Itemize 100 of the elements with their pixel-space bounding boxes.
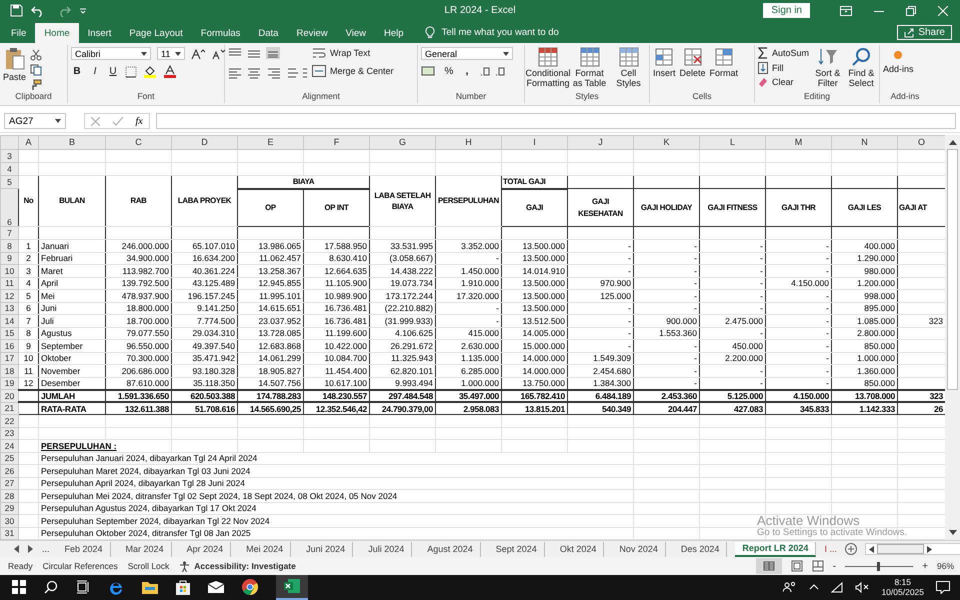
row-number[interactable]: 29 (0, 502, 18, 515)
sheet-tab[interactable]: Report LR 2024 (735, 542, 816, 557)
cut-icon[interactable] (30, 49, 42, 62)
number-format-field[interactable]: General (421, 47, 513, 60)
row-number[interactable]: 18 (0, 364, 18, 378)
zoom-level[interactable]: 96% (936, 561, 954, 572)
cells-button[interactable]: Delete (680, 47, 706, 80)
column-header[interactable]: N (832, 136, 898, 150)
autosum-button[interactable]: AutoSum (758, 47, 810, 60)
row-number[interactable]: 4 (0, 162, 18, 176)
add-sheet-icon[interactable] (844, 543, 857, 556)
styles-button[interactable]: Format as Table (572, 47, 607, 90)
column-header[interactable]: B (38, 136, 106, 150)
shrink-font-icon[interactable] (211, 48, 225, 60)
scroll-thumb[interactable] (947, 149, 958, 390)
row-number[interactable]: 6 (0, 188, 18, 227)
row-number[interactable]: 12 (0, 290, 18, 302)
row-number[interactable]: 23 (0, 427, 18, 440)
task-view-icon[interactable] (76, 580, 90, 594)
ribbon-tab[interactable]: Help (375, 23, 413, 44)
share-button[interactable]: Share (897, 25, 952, 40)
ribbon-tab[interactable]: Insert (78, 23, 120, 44)
scroll-left-icon[interactable] (868, 546, 874, 553)
borders-icon[interactable] (125, 66, 137, 78)
horizontal-scrollbar[interactable] (864, 543, 960, 556)
zoom-in-button[interactable]: + (922, 560, 928, 572)
windows-start-icon[interactable] (12, 580, 26, 594)
row-number[interactable]: 22 (0, 414, 18, 428)
ribbon-tab[interactable]: Data (249, 23, 288, 44)
store-bag-icon[interactable] (176, 579, 190, 596)
scroll-up-icon[interactable] (948, 139, 956, 146)
page-layout-view-icon[interactable] (790, 560, 803, 572)
bold-button[interactable]: B (71, 66, 83, 78)
ribbon-tab[interactable]: Home (35, 23, 79, 44)
zoom-out-button[interactable]: - (832, 560, 836, 572)
column-header[interactable]: C (106, 136, 172, 150)
row-number[interactable]: 7 (0, 226, 18, 240)
scroll-thumb[interactable] (876, 544, 924, 554)
row-number[interactable]: 8 (0, 240, 18, 252)
zoom-slider-thumb[interactable] (876, 562, 880, 571)
sign-in-button[interactable]: Sign in (763, 3, 810, 18)
normal-view-icon[interactable] (756, 558, 782, 574)
scroll-down-icon[interactable] (948, 530, 956, 536)
row-number[interactable]: 31 (0, 527, 18, 540)
column-header[interactable]: A (18, 136, 38, 150)
chevron-up-icon[interactable] (809, 584, 820, 590)
font-name-field[interactable]: Calibri (71, 47, 151, 60)
scroll-right-icon[interactable] (926, 546, 932, 553)
row-number[interactable]: 15 (0, 327, 18, 340)
clear-button[interactable]: Clear (758, 77, 810, 88)
ribbon-display-icon[interactable] (840, 6, 852, 16)
formula-field[interactable] (156, 113, 956, 130)
merge-center-button[interactable]: Merge & Center (312, 65, 394, 78)
column-header[interactable]: G (370, 136, 436, 150)
name-box[interactable]: AG27 (4, 113, 66, 130)
column-header[interactable]: M (766, 136, 832, 150)
ribbon-tab[interactable]: File (2, 23, 36, 44)
column-header[interactable]: J (568, 136, 634, 150)
folder-icon[interactable] (142, 580, 158, 594)
mail-icon[interactable] (208, 581, 224, 594)
row-number[interactable]: 30 (0, 514, 18, 528)
comma-button[interactable]: , (461, 66, 473, 77)
row-number[interactable]: 20 (0, 390, 18, 402)
row-number[interactable]: 3 (0, 150, 18, 163)
restore-icon[interactable] (906, 6, 916, 16)
insert-function-button[interactable]: fx (135, 116, 143, 127)
page-break-view-icon[interactable] (812, 560, 824, 572)
copy-icon[interactable] (30, 64, 42, 76)
row-number[interactable]: 17 (0, 352, 18, 365)
column-header[interactable]: F (304, 136, 370, 150)
column-header[interactable]: I (502, 136, 568, 150)
column-header[interactable]: K (634, 136, 700, 150)
row-number[interactable]: 25 (0, 452, 18, 465)
row-number[interactable]: 9 (0, 252, 18, 265)
save-icon[interactable] (10, 4, 23, 18)
clock-date[interactable]: 10/05/2025 (881, 587, 924, 598)
column-header[interactable]: H (436, 136, 502, 150)
column-header[interactable]: E (238, 136, 304, 150)
font-size-field[interactable]: 11 (157, 47, 185, 60)
next-sheet-icon[interactable] (28, 545, 34, 554)
row-number[interactable]: 26 (0, 464, 18, 478)
tell-me-search[interactable]: Tell me what you want to do (442, 27, 559, 38)
column-header[interactable]: D (172, 136, 238, 150)
more-sheets-button[interactable]: ... (42, 544, 50, 554)
underline-button[interactable]: U (107, 66, 119, 78)
styles-button[interactable]: Conditional Formatting (528, 47, 568, 90)
customize-caret-icon[interactable] (79, 6, 87, 15)
column-header[interactable]: O (898, 136, 945, 150)
previous-sheet-icon[interactable] (14, 545, 20, 554)
currency-icon[interactable] (421, 65, 437, 78)
ribbon-tab[interactable]: Page Layout (120, 23, 192, 44)
people-icon[interactable] (783, 581, 798, 594)
styles-button[interactable]: Cell Styles (611, 47, 646, 90)
row-number[interactable]: 10 (0, 264, 18, 278)
column-header[interactable]: L (700, 136, 766, 150)
align-icon[interactable] (228, 67, 308, 80)
format-painter-icon[interactable] (30, 79, 42, 92)
accessibility-icon[interactable] (179, 560, 190, 572)
row-number[interactable]: 11 (0, 277, 18, 290)
row-number[interactable]: 14 (0, 314, 18, 328)
